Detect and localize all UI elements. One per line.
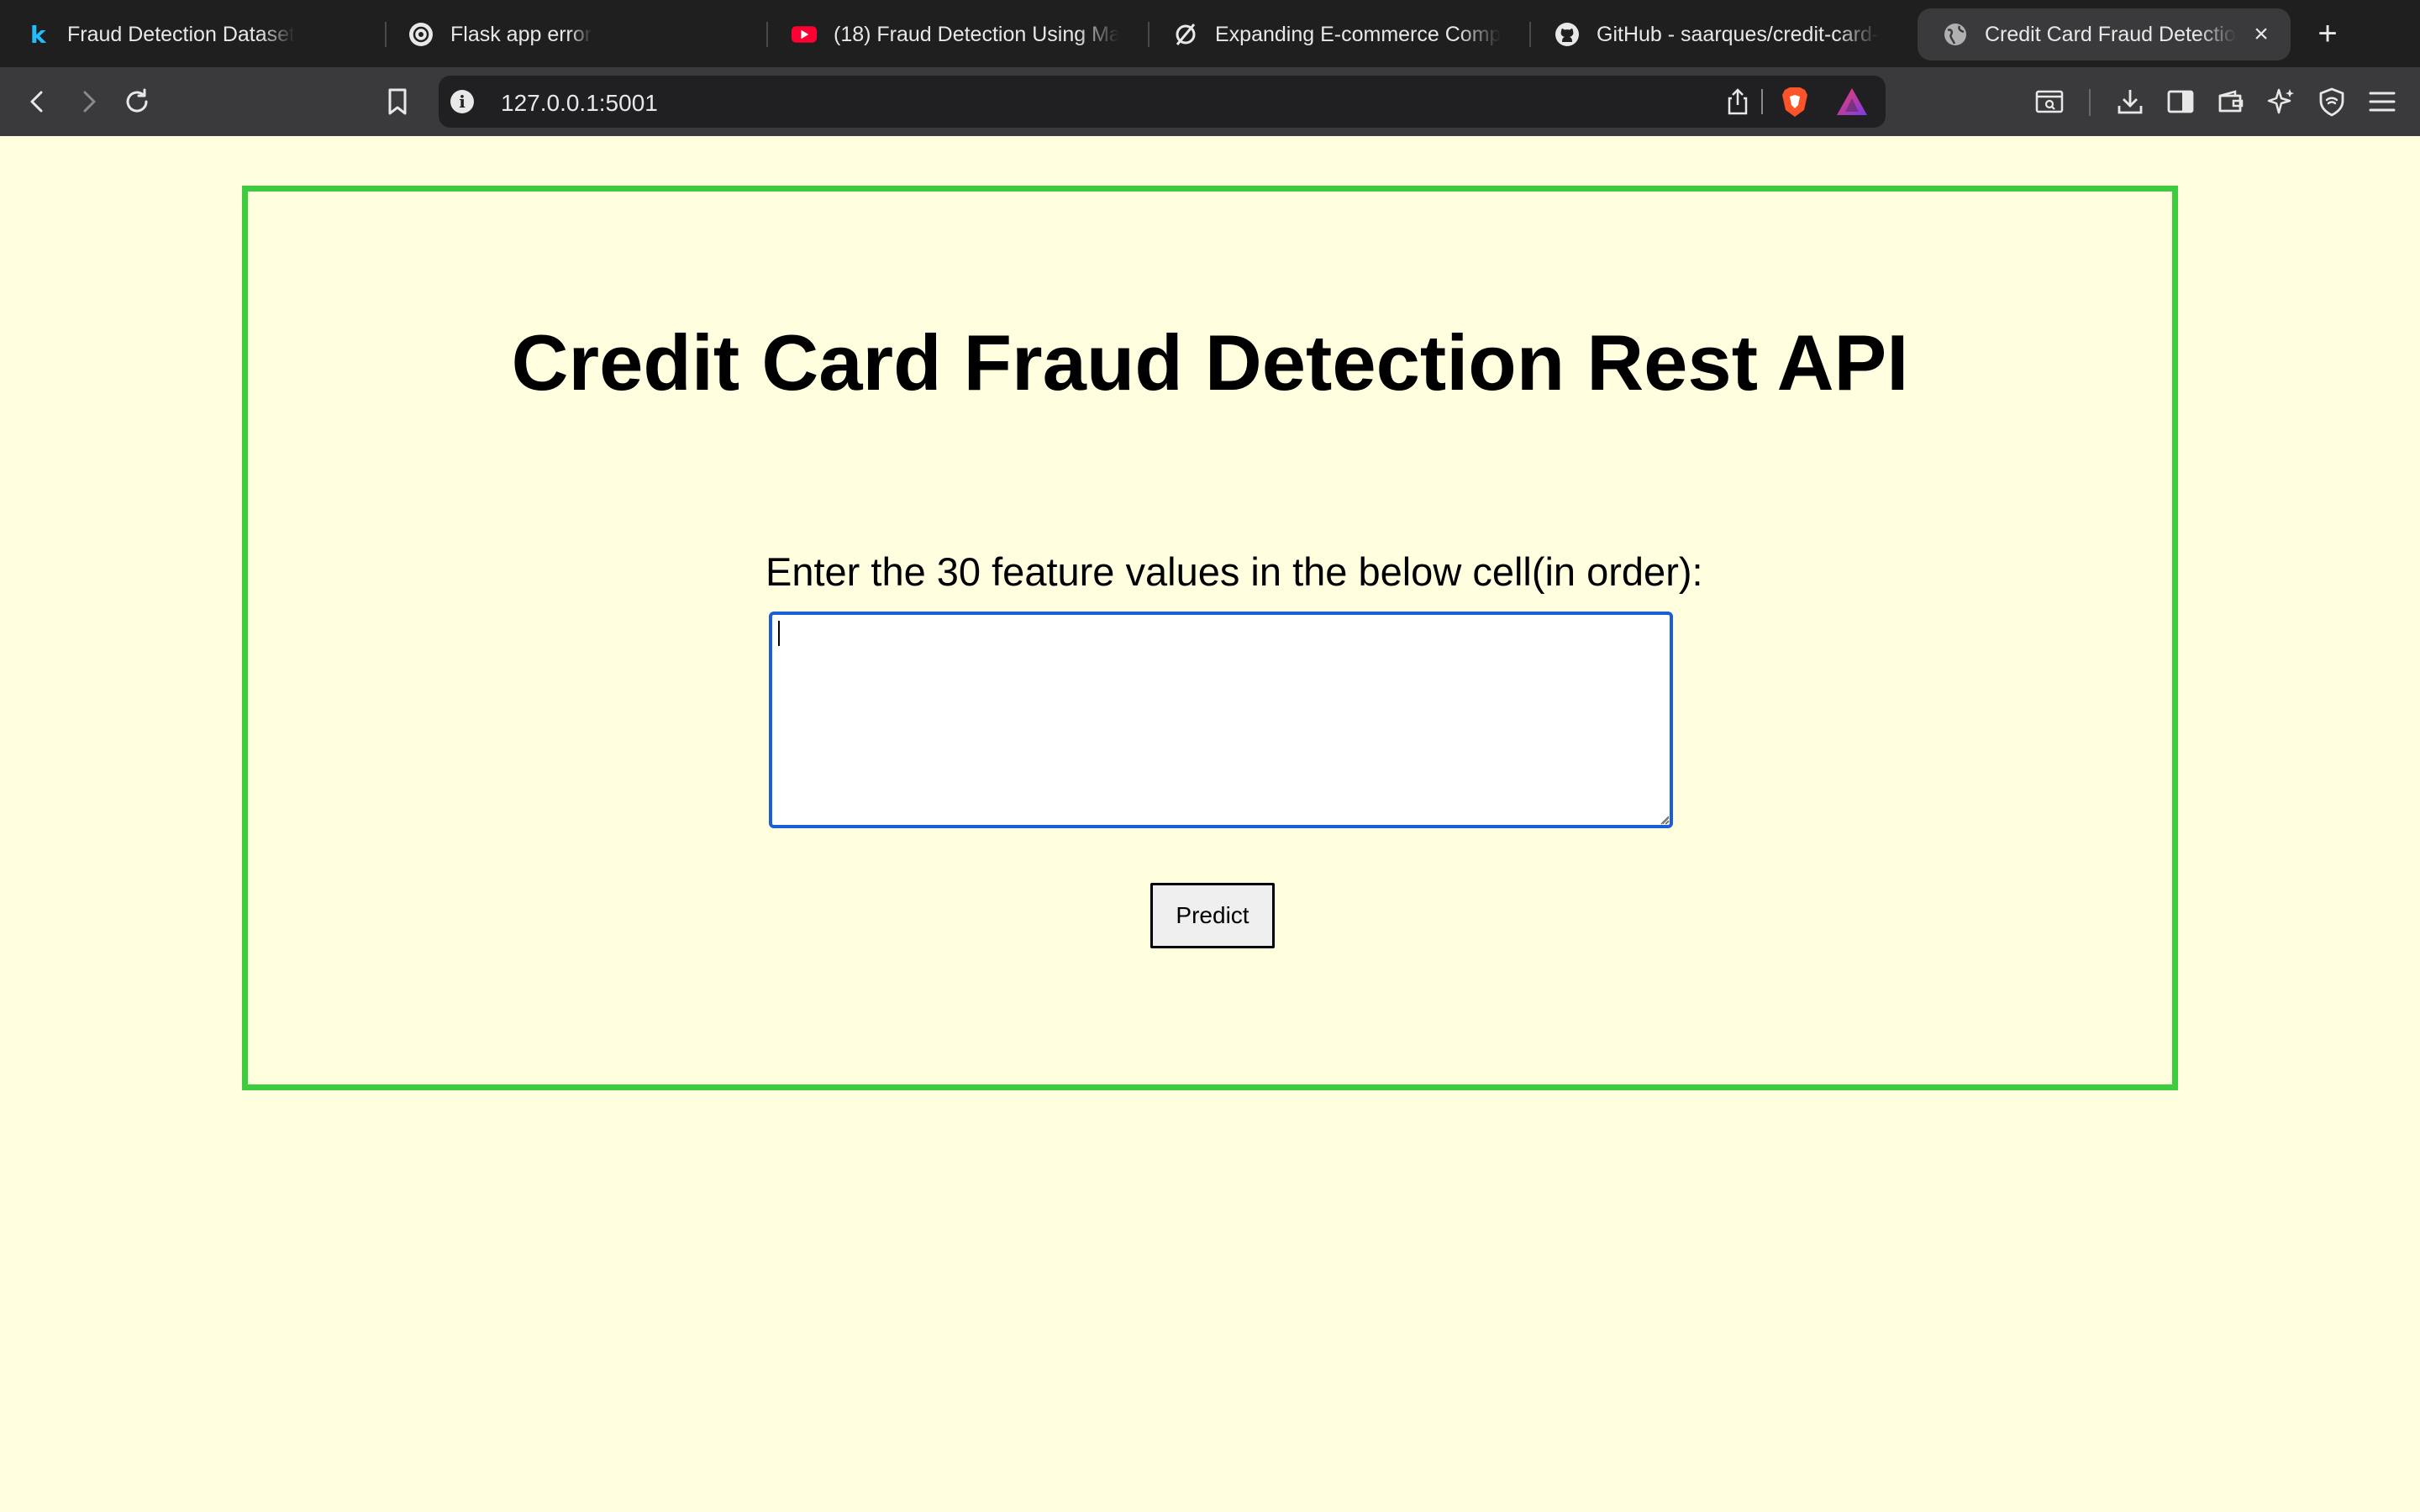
perplexity-icon <box>1173 22 1198 47</box>
page-content: Credit Card Fraud Detection Rest API Ent… <box>0 136 2420 1512</box>
urlbar-divider <box>1761 89 1763 114</box>
brave-shields-icon[interactable] <box>1778 85 1812 118</box>
reload-button[interactable] <box>116 81 158 123</box>
shield-icon <box>2319 87 2344 117</box>
new-tab-button[interactable]: + <box>2309 15 2346 52</box>
tab-bar: k Fraud Detection Dataset Flask app erro… <box>0 0 2420 67</box>
page-title: Credit Card Fraud Detection Rest API <box>511 318 1909 407</box>
tab-github[interactable]: GitHub - saarques/credit-card- <box>1529 8 1906 60</box>
tab-kaggle[interactable]: k Fraud Detection Dataset <box>0 8 376 60</box>
back-button[interactable] <box>17 81 59 123</box>
hamburger-menu-icon <box>2369 92 2396 112</box>
bookmark-icon <box>388 88 407 115</box>
site-info-icon[interactable]: i <box>450 90 474 113</box>
sidebar-icon <box>2167 90 2194 113</box>
resize-handle-icon[interactable] <box>1660 815 1670 825</box>
download-icon <box>2118 90 2143 114</box>
browser-toolbar: i 127.0.0.1:5001 <box>0 67 2420 136</box>
chatgpt-icon <box>408 22 434 47</box>
kaggle-icon: k <box>25 22 50 47</box>
downloads-button[interactable] <box>2109 81 2151 123</box>
tab-title: Flask app error <box>450 22 592 46</box>
tab-title: Credit Card Fraud Detectio <box>1985 22 2236 46</box>
reader-mode-button[interactable] <box>2028 81 2070 123</box>
sparkle-icon <box>2267 88 2294 114</box>
youtube-icon <box>792 22 817 47</box>
vpn-button[interactable] <box>2311 81 2353 123</box>
forward-button[interactable] <box>67 81 109 123</box>
globe-icon <box>1943 22 1968 47</box>
wallet-icon <box>2218 90 2244 113</box>
forward-arrow-icon <box>83 91 96 113</box>
tab-perplexity[interactable]: Expanding E-commerce Compa <box>1148 8 1524 60</box>
reload-icon <box>126 88 148 113</box>
menu-button[interactable] <box>2361 81 2403 123</box>
leo-ai-button[interactable] <box>2260 81 2302 123</box>
toolbar-divider <box>2089 89 2091 116</box>
address-url: 127.0.0.1:5001 <box>501 90 658 116</box>
features-input[interactable] <box>769 612 1673 828</box>
tab-youtube[interactable]: (18) Fraud Detection Using Mac <box>766 8 1143 60</box>
reader-mode-icon <box>2035 90 2064 113</box>
sidebar-button[interactable] <box>2160 81 2202 123</box>
tab-title: Fraud Detection Dataset <box>67 22 295 46</box>
prediction-form-panel: Credit Card Fraud Detection Rest API Ent… <box>242 186 2178 1090</box>
svg-text:k: k <box>30 22 47 47</box>
brave-rewards-icon[interactable] <box>1835 87 1869 117</box>
tab-title: Expanding E-commerce Compa <box>1215 22 1501 46</box>
tab-title: GitHub - saarques/credit-card- <box>1597 22 1880 46</box>
tab-flask-error[interactable]: Flask app error <box>383 8 760 60</box>
github-icon <box>1555 22 1580 47</box>
bookmark-button[interactable] <box>376 81 418 123</box>
close-tab-icon[interactable]: × <box>2250 22 2272 47</box>
tab-title: (18) Fraud Detection Using Mac <box>834 22 1119 46</box>
features-label: Enter the 30 feature values in the below… <box>765 549 1703 594</box>
address-bar[interactable]: i 127.0.0.1:5001 <box>439 76 1886 128</box>
wallet-button[interactable] <box>2210 81 2252 123</box>
share-icon[interactable] <box>1723 87 1753 117</box>
predict-button[interactable]: Predict <box>1150 883 1275 948</box>
tab-credit-card-active[interactable]: Credit Card Fraud Detectio × <box>1918 8 2291 60</box>
back-arrow-icon <box>30 91 43 113</box>
text-caret <box>778 621 780 646</box>
